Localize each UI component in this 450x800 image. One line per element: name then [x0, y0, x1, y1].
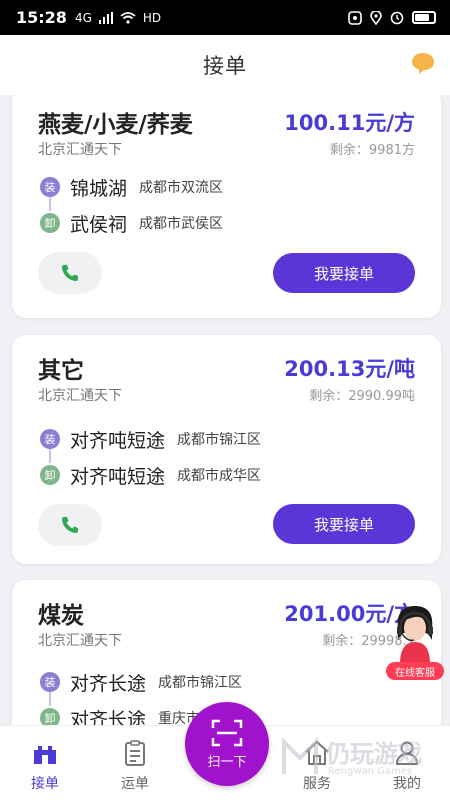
freight-price: 200.13元/吨: [284, 357, 415, 381]
tab-services[interactable]: 服务: [282, 726, 352, 800]
tab-label: 运单: [121, 776, 149, 792]
unload-place: 对齐长途: [70, 708, 147, 726]
customer-service-avatar-icon: [397, 606, 433, 664]
tab-label: 我的: [393, 776, 421, 792]
signal-icon: [98, 11, 113, 24]
unload-district: 成都市成华区: [177, 468, 262, 484]
clipboard-icon: [125, 740, 145, 766]
call-button[interactable]: [38, 504, 102, 546]
home-icon: [305, 740, 329, 765]
battery-icon: [412, 11, 436, 24]
unload-badge: 卸: [40, 465, 60, 485]
status-time: 15:28: [16, 8, 67, 27]
accept-order-button[interactable]: 我要接单: [273, 504, 415, 544]
load-place: 对齐长途: [70, 672, 147, 695]
remaining-amount: 剩余：2990.99吨: [309, 389, 415, 404]
service-label: 在线客服: [386, 662, 444, 680]
unload-place: 对齐吨短途: [70, 465, 166, 488]
company-name: 北京汇通天下: [38, 388, 122, 404]
scan-frame-icon: [211, 719, 243, 746]
cargo-name: 煤炭: [38, 603, 84, 629]
load-stop: 装 锦城湖 成都市双流区: [40, 169, 223, 205]
load-badge: 装: [40, 429, 60, 449]
tab-waybills[interactable]: 运单: [100, 726, 170, 800]
clock-icon: [390, 11, 404, 24]
order-list[interactable]: 燕麦/小麦/荞麦 北京汇通天下 100.11元/方 剩余：9981方 装 锦城湖…: [0, 95, 450, 725]
freight-price: 100.11元/方: [284, 111, 415, 135]
order-card[interactable]: 其它 北京汇通天下 200.13元/吨 剩余：2990.99吨 装 对齐吨短途 …: [12, 335, 441, 564]
scan-label: 扫一下: [207, 754, 247, 770]
cargo-name: 燕麦/小麦/荞麦: [38, 112, 193, 138]
wifi-icon: [120, 11, 136, 24]
hd-label: HD: [142, 10, 162, 25]
load-place: 锦城湖: [70, 177, 128, 200]
unload-place: 武侯祠: [70, 213, 128, 236]
load-badge: 装: [40, 672, 60, 692]
load-stop: 装 对齐吨短途 成都市锦江区: [40, 421, 261, 457]
company-name: 北京汇通天下: [38, 633, 122, 649]
status-bar: 15:28 4G HD: [0, 0, 450, 35]
load-district: 成都市锦江区: [158, 675, 243, 691]
load-badge: 装: [40, 177, 60, 197]
scan-button[interactable]: 扫一下: [185, 702, 269, 786]
load-district: 成都市锦江区: [177, 432, 262, 448]
load-district: 成都市双流区: [139, 180, 224, 196]
page-title: 接单: [203, 54, 247, 78]
unload-district: 成都市武侯区: [139, 216, 224, 232]
phone-icon: [62, 517, 78, 533]
building-icon: [34, 746, 56, 764]
load-stop: 装 对齐长途 成都市锦江区: [40, 664, 242, 700]
tab-orders[interactable]: 接单: [10, 726, 80, 800]
unload-stop: 卸 武侯祠 成都市武侯区: [40, 205, 223, 241]
tab-profile[interactable]: 我的: [372, 726, 442, 800]
unload-badge: 卸: [40, 213, 60, 233]
app-header: 接单: [0, 35, 450, 95]
company-name: 北京汇通天下: [38, 142, 122, 158]
route: 装 对齐吨短途 成都市锦江区 卸 对齐吨短途 成都市成华区: [40, 421, 261, 493]
online-service-button[interactable]: 在线客服: [386, 600, 444, 680]
call-button[interactable]: [38, 252, 102, 294]
message-bubble-icon[interactable]: [410, 51, 436, 75]
accept-order-button[interactable]: 我要接单: [273, 253, 415, 293]
tab-label: 服务: [303, 776, 331, 792]
order-card[interactable]: 燕麦/小麦/荞麦 北京汇通天下 100.11元/方 剩余：9981方 装 锦城湖…: [12, 95, 441, 318]
load-place: 对齐吨短途: [70, 429, 166, 452]
tab-label: 接单: [31, 776, 59, 792]
location-icon: [370, 10, 382, 25]
alarm-icon: [348, 10, 362, 25]
remaining-amount: 剩余：9981方: [329, 143, 415, 158]
unload-badge: 卸: [40, 708, 60, 725]
network-label: 4G: [74, 10, 92, 25]
unload-stop: 卸 对齐吨短途 成都市成华区: [40, 457, 261, 493]
phone-icon: [62, 265, 78, 281]
user-icon: [395, 741, 419, 765]
cargo-name: 其它: [38, 358, 84, 384]
route: 装 锦城湖 成都市双流区 卸 武侯祠 成都市武侯区: [40, 169, 223, 241]
